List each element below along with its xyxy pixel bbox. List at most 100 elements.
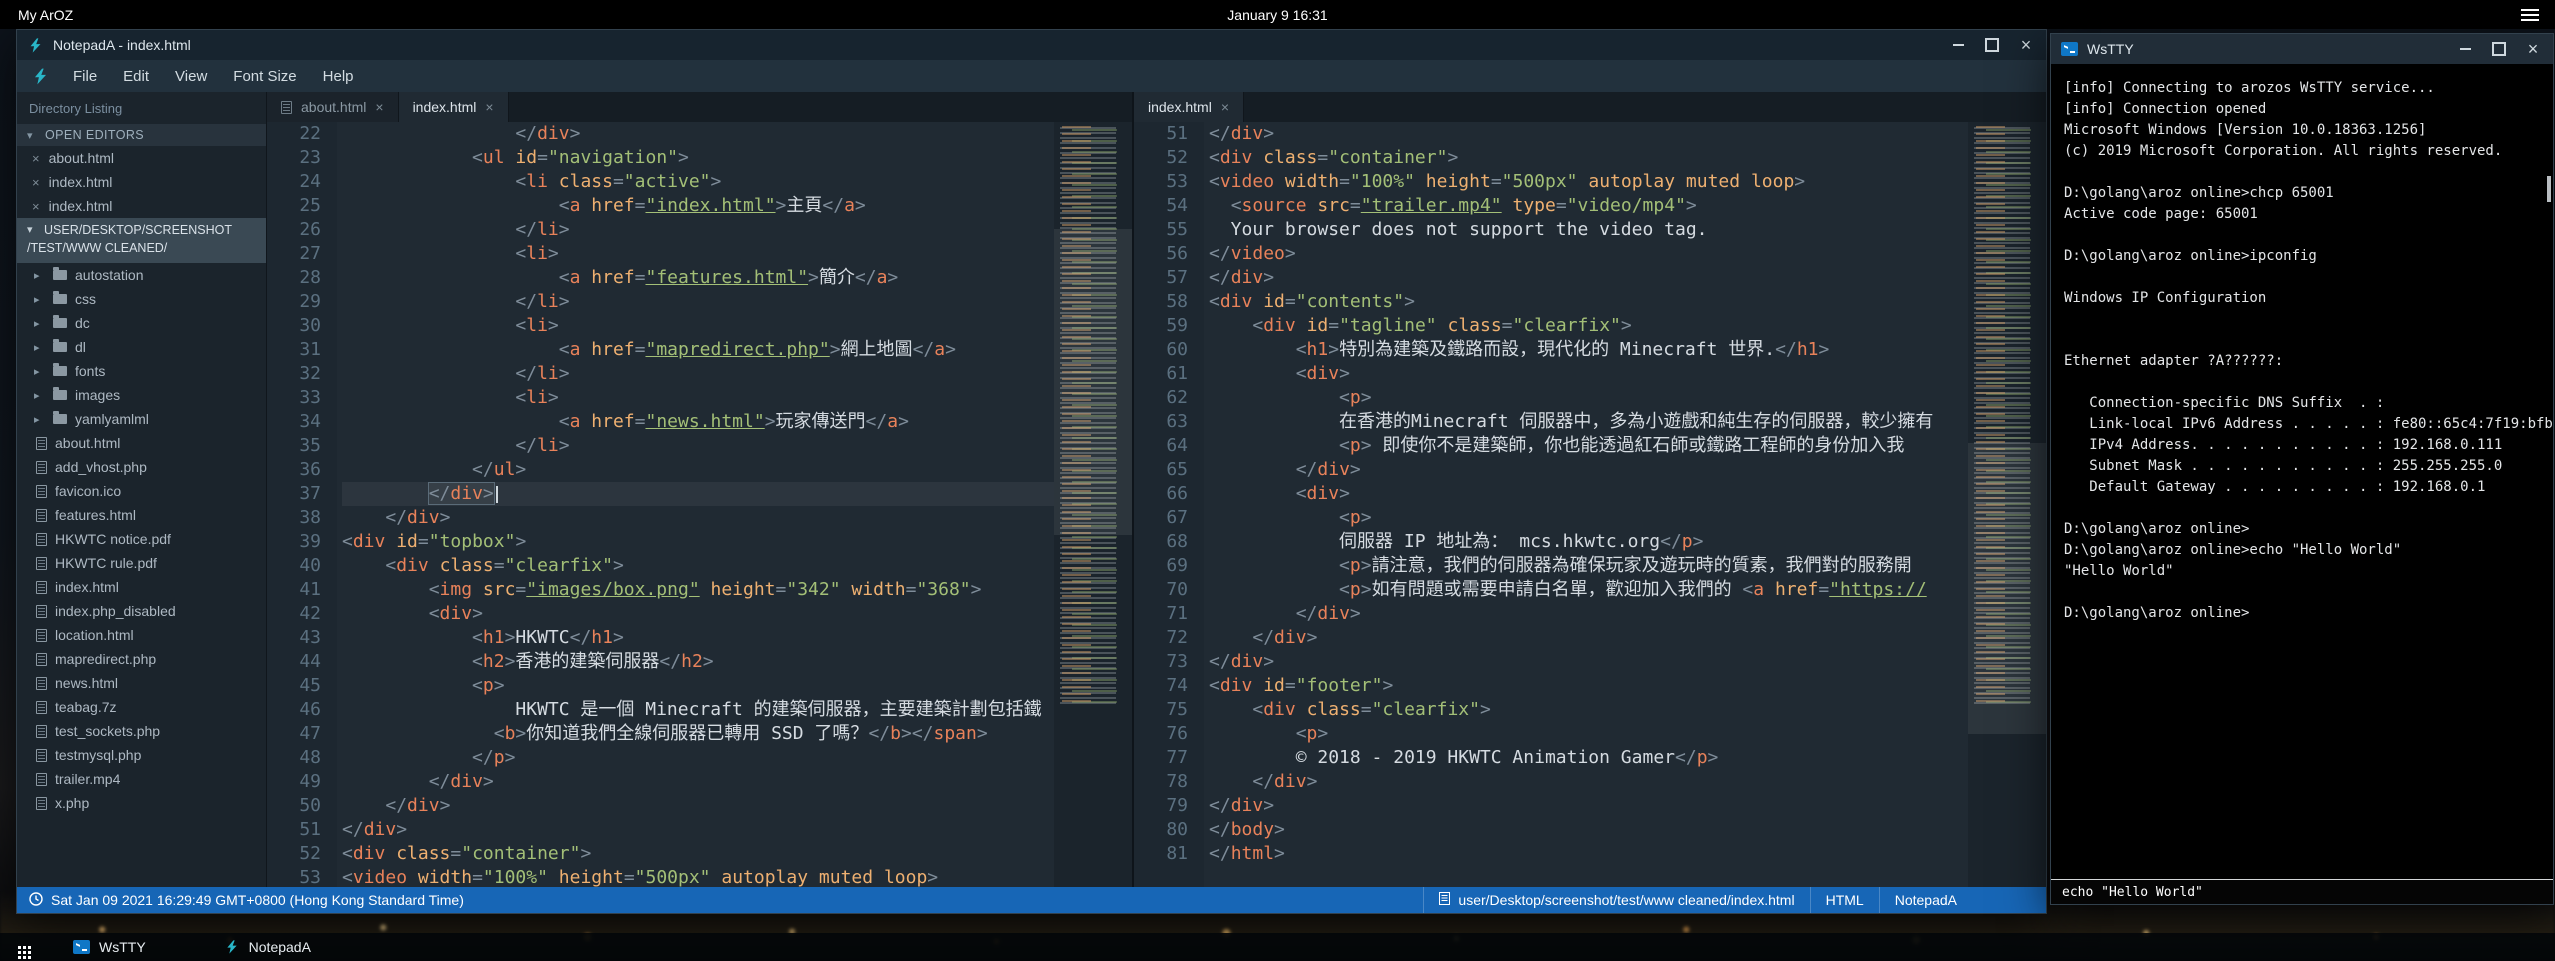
code-line[interactable]: <p> bbox=[1209, 722, 1968, 746]
tree-folder[interactable]: ▸css bbox=[17, 287, 266, 311]
code-line[interactable]: </div> bbox=[1209, 650, 1968, 674]
code-line[interactable]: </div> bbox=[342, 506, 1054, 530]
code-line[interactable]: Your browser does not support the video … bbox=[1209, 218, 1968, 242]
open-editor-item[interactable]: ×about.html bbox=[17, 146, 266, 170]
code-line[interactable]: <p> bbox=[1209, 506, 1968, 530]
code-line[interactable]: © 2018 - 2019 HKWTC Animation Gamer</p> bbox=[1209, 746, 1968, 770]
code-line[interactable]: <li> bbox=[342, 386, 1054, 410]
code-line[interactable]: </div> bbox=[1209, 602, 1968, 626]
close-file-icon[interactable]: × bbox=[32, 175, 40, 190]
code-line[interactable]: <div class="clearfix"> bbox=[1209, 698, 1968, 722]
wstty-titlebar[interactable]: WsTTY × bbox=[2051, 34, 2553, 64]
close-icon[interactable]: × bbox=[2016, 35, 2036, 55]
code-line[interactable]: <video width="100%" height="500px" autop… bbox=[1209, 170, 1968, 194]
code-line[interactable]: 伺服器 IP 地址為： mcs.hkwtc.org</p> bbox=[1209, 530, 1968, 554]
code-line[interactable]: <a href="mapredirect.php">網上地圖</a> bbox=[342, 338, 1054, 362]
code-line[interactable]: </div> bbox=[1209, 458, 1968, 482]
code-line[interactable]: </div> bbox=[342, 482, 1054, 506]
code-line[interactable]: </li> bbox=[342, 290, 1054, 314]
maximize-icon[interactable] bbox=[1982, 35, 2002, 55]
editor-tab[interactable]: index.html× bbox=[399, 92, 509, 122]
code-line[interactable]: </div> bbox=[1209, 122, 1968, 146]
code-line[interactable]: 在香港的Minecraft 伺服器中，多為小遊戲和純生存的伺服器，較少擁有 bbox=[1209, 410, 1968, 434]
code-line[interactable]: <div> bbox=[342, 602, 1054, 626]
terminal-output[interactable]: [info] Connecting to arozos WsTTY servic… bbox=[2051, 64, 2553, 879]
hamburger-menu-icon[interactable] bbox=[2521, 9, 2539, 11]
editor-tab[interactable]: index.html× bbox=[1134, 92, 1244, 122]
code-line[interactable]: <p> 即使你不是建築師，你也能透過紅石師或鐵路工程師的身份加入我 bbox=[1209, 434, 1968, 458]
code-line[interactable]: </li> bbox=[342, 434, 1054, 458]
tab-close-icon[interactable]: × bbox=[375, 99, 383, 115]
code-line[interactable]: <p>請注意，我們的伺服器為確保玩家及遊玩時的質素，我們對的服務開 bbox=[1209, 554, 1968, 578]
code-line[interactable]: <div id="tagline" class="clearfix"> bbox=[1209, 314, 1968, 338]
code-line[interactable]: <b>你知道我們全線伺服器已轉用 SSD 了嗎？</b></span> bbox=[342, 722, 1054, 746]
tab-close-icon[interactable]: × bbox=[1221, 99, 1229, 115]
close-file-icon[interactable]: × bbox=[32, 199, 40, 214]
code-line[interactable]: <ul id="navigation"> bbox=[342, 146, 1054, 170]
minimize-icon[interactable] bbox=[2455, 39, 2475, 59]
code-line[interactable]: <h1>HKWTC</h1> bbox=[342, 626, 1054, 650]
code-line[interactable]: </html> bbox=[1209, 842, 1968, 866]
app-launcher-button[interactable] bbox=[18, 946, 31, 949]
task-item-notepada[interactable]: NotepadA bbox=[208, 933, 327, 961]
close-file-icon[interactable]: × bbox=[32, 151, 40, 166]
tree-file[interactable]: testmysql.php bbox=[17, 743, 266, 767]
code-line[interactable]: </div> bbox=[342, 794, 1054, 818]
open-editor-item[interactable]: ×index.html bbox=[17, 194, 266, 218]
code-line[interactable]: <h2>香港的建築伺服器</h2> bbox=[342, 650, 1054, 674]
code-line[interactable]: <p> bbox=[342, 674, 1054, 698]
code-line[interactable]: <div class="clearfix"> bbox=[342, 554, 1054, 578]
tree-file[interactable]: x.php bbox=[17, 791, 266, 815]
menu-item-font-size[interactable]: Font Size bbox=[220, 63, 309, 90]
notepada-titlebar[interactable]: NotepadA - index.html × bbox=[17, 30, 2046, 60]
menu-item-edit[interactable]: Edit bbox=[110, 63, 162, 90]
tree-folder[interactable]: ▸yamlyamlml bbox=[17, 407, 266, 431]
terminal-scrollbar-thumb[interactable] bbox=[2547, 176, 2551, 202]
code-line[interactable]: <a href="news.html">玩家傳送門</a> bbox=[342, 410, 1054, 434]
tree-file[interactable]: HKWTC rule.pdf bbox=[17, 551, 266, 575]
menu-item-file[interactable]: File bbox=[60, 63, 110, 90]
code-line[interactable]: </div> bbox=[1209, 770, 1968, 794]
code-line[interactable]: </div> bbox=[1209, 626, 1968, 650]
code-line[interactable]: HKWTC 是一個 Minecraft 的建築伺服器，主要建築計劃包括鐵 bbox=[342, 698, 1054, 722]
tree-file[interactable]: location.html bbox=[17, 623, 266, 647]
code-line[interactable]: <p>如有問題或需要申請白名單，歡迎加入我們的 <a href="https:/… bbox=[1209, 578, 1968, 602]
menu-item-help[interactable]: Help bbox=[310, 63, 367, 90]
code-editor-right[interactable]: 5152535455565758596061626364656667686970… bbox=[1134, 122, 1968, 887]
code-line[interactable]: <div class="container"> bbox=[342, 842, 1054, 866]
minimap-right[interactable] bbox=[1968, 122, 2046, 887]
tab-close-icon[interactable]: × bbox=[485, 99, 493, 115]
open-editors-header[interactable]: ▾ OPEN EDITORS bbox=[17, 124, 266, 146]
code-line[interactable]: <h1>特別為建築及鐵路而設，現代化的 Minecraft 世界.</h1> bbox=[1209, 338, 1968, 362]
code-line[interactable]: </p> bbox=[342, 746, 1054, 770]
code-line[interactable]: </video> bbox=[1209, 242, 1968, 266]
maximize-icon[interactable] bbox=[2489, 39, 2509, 59]
code-line[interactable]: </li> bbox=[342, 362, 1054, 386]
tree-file[interactable]: mapredirect.php bbox=[17, 647, 266, 671]
tree-file[interactable]: news.html bbox=[17, 671, 266, 695]
minimap-left[interactable] bbox=[1054, 122, 1132, 887]
code-line[interactable]: <a href="features.html">簡介</a> bbox=[342, 266, 1054, 290]
tree-folder[interactable]: ▸autostation bbox=[17, 263, 266, 287]
code-line[interactable]: <img src="images/box.png" height="342" w… bbox=[342, 578, 1054, 602]
code-line[interactable]: </ul> bbox=[342, 458, 1054, 482]
code-editor-left[interactable]: 2223242526272829303132333435363738394041… bbox=[267, 122, 1054, 887]
tree-file[interactable]: trailer.mp4 bbox=[17, 767, 266, 791]
tree-folder[interactable]: ▸dc bbox=[17, 311, 266, 335]
code-line[interactable]: </body> bbox=[1209, 818, 1968, 842]
code-line[interactable]: </div> bbox=[342, 818, 1054, 842]
code-lines-left[interactable]: </div> <ul id="navigation"> <li class="a… bbox=[337, 122, 1054, 887]
tree-file[interactable]: teabag.7z bbox=[17, 695, 266, 719]
menu-item-view[interactable]: View bbox=[162, 63, 220, 90]
code-line[interactable]: </div> bbox=[342, 770, 1054, 794]
minimap-viewport[interactable] bbox=[1054, 229, 1132, 535]
code-line[interactable]: <div> bbox=[1209, 362, 1968, 386]
task-item-wstty[interactable]: WsTTY bbox=[57, 933, 162, 961]
open-editor-item[interactable]: ×index.html bbox=[17, 170, 266, 194]
tree-folder[interactable]: ▸fonts bbox=[17, 359, 266, 383]
tree-file[interactable]: add_vhost.php bbox=[17, 455, 266, 479]
tree-file[interactable]: index.php_disabled bbox=[17, 599, 266, 623]
tree-root-header[interactable]: ▾ USER/DESKTOP/SCREENSHOT /TEST/WWW CLEA… bbox=[17, 218, 266, 263]
code-line[interactable]: <li class="active"> bbox=[342, 170, 1054, 194]
tree-file[interactable]: test_sockets.php bbox=[17, 719, 266, 743]
